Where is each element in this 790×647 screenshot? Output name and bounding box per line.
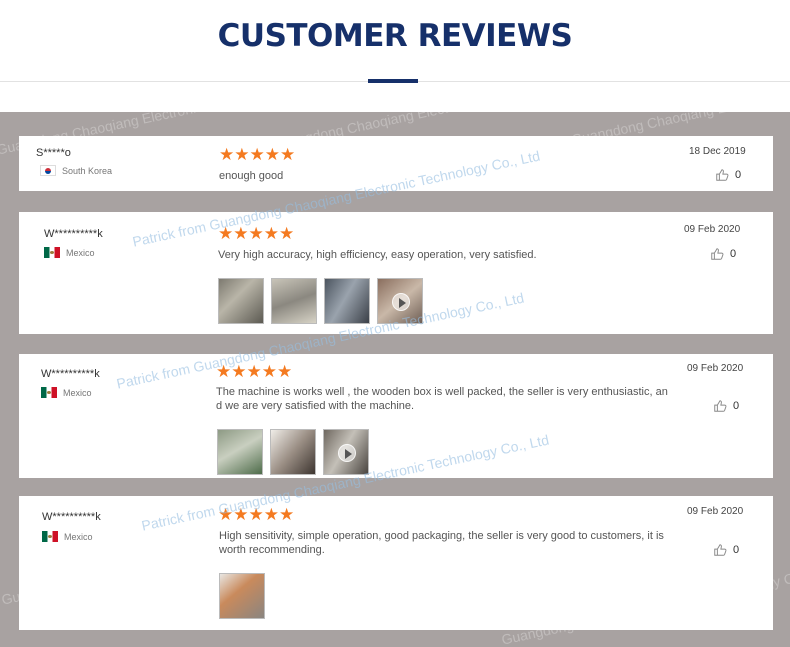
thumbs-up-icon [716,169,729,181]
reviewer-name: W**********k [42,511,101,523]
review-text-line: worth recommending. [219,544,325,556]
review-photo[interactable] [217,429,263,475]
title-underline [368,79,418,83]
review-card: Patrick from Guangdong Chaoqiang Electro… [19,431,773,630]
country-label: South Korea [62,165,113,176]
review-photos [219,573,265,619]
reviewer-country: Mexico [41,387,92,398]
star-rating: ★★★★★ [218,224,295,243]
review-text: Very high accuracy, high efficiency, eas… [218,249,537,261]
review-photo[interactable] [219,573,265,619]
review-date: 09 Feb 2020 [687,506,744,517]
review-text: High sensitivity, simple operation, good… [219,529,664,557]
play-icon [338,444,356,462]
like-button[interactable]: 0 [713,399,739,413]
review-text: The machine is works well , the wooden b… [216,385,668,413]
review-photo[interactable] [270,429,316,475]
review-photos [218,278,423,324]
like-count: 0 [733,544,740,556]
reviewer-country: South Korea [40,165,112,176]
review-text: enough good [219,170,284,182]
review-text-line: High sensitivity, simple operation, good… [219,530,664,542]
thumbs-up-icon [714,400,727,412]
review-text-line: The machine is works well , the wooden b… [216,386,668,398]
review-date: 18 Dec 2019 [689,146,746,157]
like-count: 0 [730,248,737,260]
video-thumbnail[interactable] [323,429,369,475]
country-label: Mexico [66,247,95,258]
review-photos [217,429,369,475]
country-label: Mexico [63,387,92,398]
reviews-panel: Guangdong Chaoqiang Electronic Technolog… [0,112,790,647]
review-photo[interactable] [218,278,264,324]
like-button[interactable]: 0 [710,247,736,261]
review-date: 09 Feb 2020 [684,224,741,235]
review-photo[interactable] [271,278,317,324]
review-photo[interactable] [324,278,370,324]
star-rating: ★★★★★ [218,505,295,524]
review-card: Patrick from Guangdong Chaoqiang Electro… [19,147,773,334]
like-count: 0 [735,169,742,181]
reviewer-name: S*****o [36,147,71,159]
review-text-line: d we are very satisfied with the machine… [216,400,415,412]
south-korea-flag-icon [40,165,56,176]
mexico-flag-icon [42,531,58,542]
video-thumbnail[interactable] [377,278,423,324]
review-card: S*****o South Korea ★★★★★ enough good 18… [19,136,773,191]
country-label: Mexico [64,531,93,542]
mexico-flag-icon [41,387,57,398]
review-card: Patrick from Guangdong Chaoqiang Electro… [19,289,773,478]
star-rating: ★★★★★ [219,145,296,164]
page-title: CUSTOMER REVIEWS [217,18,573,54]
reviewer-country: Mexico [42,531,93,542]
reviewer-name: W**********k [44,228,103,240]
thumbs-up-icon [711,248,724,260]
play-icon [392,293,410,311]
mexico-flag-icon [44,247,60,258]
review-date: 09 Feb 2020 [687,363,744,374]
like-count: 0 [733,400,740,412]
thumbs-up-icon [714,544,727,556]
like-button[interactable]: 0 [715,168,741,182]
like-button[interactable]: 0 [713,543,739,557]
star-rating: ★★★★★ [216,362,293,381]
reviewer-country: Mexico [44,247,95,258]
page-header: CUSTOMER REVIEWS [0,0,790,83]
reviewer-name: W**********k [41,368,100,380]
